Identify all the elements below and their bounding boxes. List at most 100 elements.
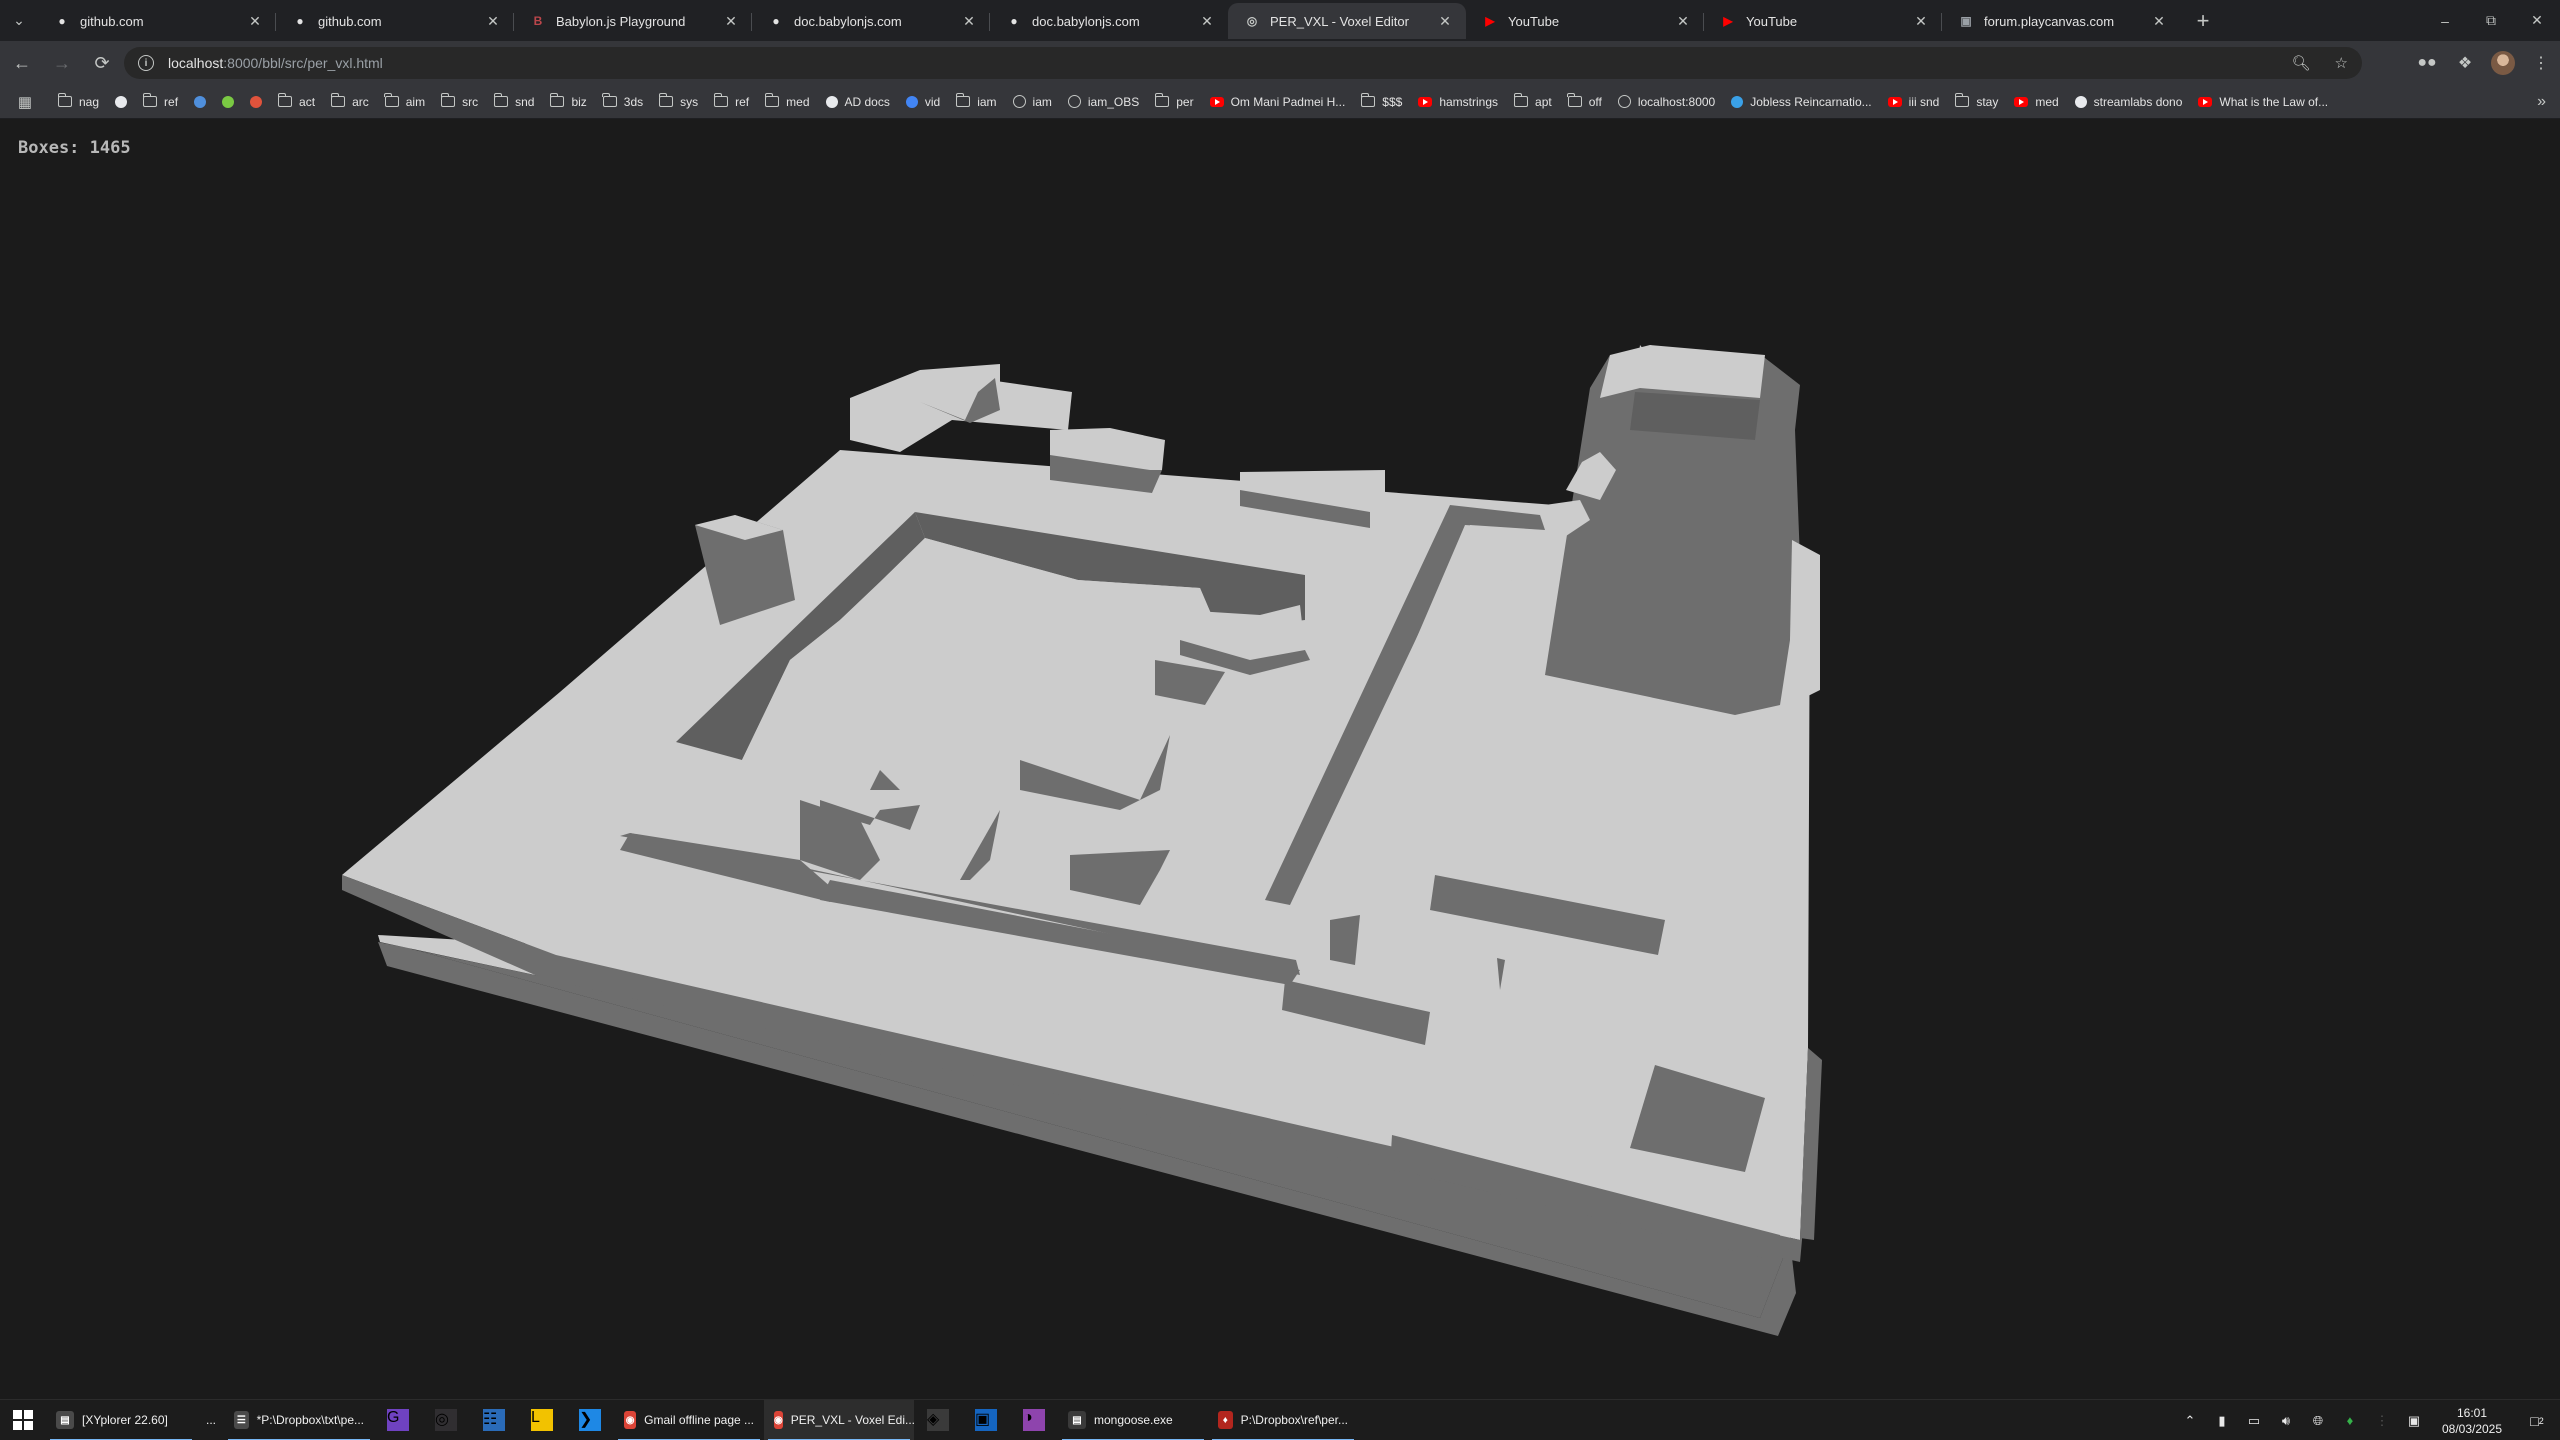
bookmark-18[interactable]: iam <box>948 89 1004 115</box>
tab-close-icon[interactable]: ✕ <box>1674 12 1692 30</box>
bookmark-4[interactable] <box>214 89 242 115</box>
tab-1[interactable]: ● github.com ✕ <box>275 3 514 39</box>
bookmark-21[interactable]: per <box>1147 89 1201 115</box>
tab-close-icon[interactable]: ✕ <box>1436 12 1454 30</box>
taskbar-app-12[interactable]: ◑ <box>1010 1400 1058 1440</box>
bookmark-15[interactable]: med <box>757 89 817 115</box>
forward-icon[interactable]: → <box>44 45 80 81</box>
bookmark-11[interactable]: biz <box>542 89 594 115</box>
new-tab-icon[interactable]: + <box>2186 4 2220 38</box>
bookmark-33[interactable]: What is the Law of... <box>2190 89 2336 115</box>
taskbar-app-7[interactable]: ❯ <box>566 1400 614 1440</box>
tab-3[interactable]: ● doc.babylonjs.com ✕ <box>751 3 990 39</box>
bookmark-6[interactable]: act <box>270 89 323 115</box>
tab-close-icon[interactable]: ✕ <box>246 12 264 30</box>
start-button[interactable] <box>0 1400 46 1440</box>
url-text[interactable]: localhost:8000/bbl/src/per_vxl.html <box>168 55 383 71</box>
bookmark-0[interactable]: nag <box>50 89 107 115</box>
incognito-icon[interactable]: ●● <box>2408 44 2446 82</box>
taskbar-app-0[interactable]: ▤ [XYplorer 22.60] <box>46 1400 196 1440</box>
taskbar-app-2[interactable]: ☰ *P:\Dropbox\txt\pe... <box>224 1400 374 1440</box>
site-info-icon[interactable]: i <box>138 55 154 71</box>
bookmark-31[interactable]: med <box>2006 89 2066 115</box>
taskbar-app-4[interactable]: ◎ <box>422 1400 470 1440</box>
voxel-scene[interactable] <box>0 120 2560 1399</box>
bookmark-label: iii snd <box>1908 94 1940 109</box>
bookmark-22[interactable]: Om Mani Padmei H... <box>1202 89 1354 115</box>
taskbar-app-11[interactable]: ▣ <box>962 1400 1010 1440</box>
bookmark-2[interactable]: ref <box>135 89 186 115</box>
bookmark-25[interactable]: apt <box>1506 89 1560 115</box>
tab-close-icon[interactable]: ✕ <box>722 12 740 30</box>
tab-close-icon[interactable]: ✕ <box>1912 12 1930 30</box>
bookmark-17[interactable]: vid <box>898 89 948 115</box>
bookmark-9[interactable]: src <box>433 89 486 115</box>
notification-center-icon[interactable]: □ 2 <box>2514 1400 2560 1440</box>
bookmark-29[interactable]: iii snd <box>1880 89 1948 115</box>
bookmark-24[interactable]: hamstrings <box>1410 89 1506 115</box>
back-icon[interactable]: ← <box>4 45 40 81</box>
taskbar-app-1[interactable]: ... <box>196 1400 224 1440</box>
extensions-icon[interactable]: ❖ <box>2446 44 2484 82</box>
taskbar-app-10[interactable]: ◈ <box>914 1400 962 1440</box>
tab-0[interactable]: ● github.com ✕ <box>38 3 276 39</box>
bookmark-3[interactable] <box>186 89 214 115</box>
bookmark-12[interactable]: 3ds <box>595 89 651 115</box>
bookmark-23[interactable]: $$$ <box>1353 89 1410 115</box>
tab-search-icon[interactable]: ⌄ <box>0 0 38 41</box>
more-bookmarks-icon[interactable]: » <box>2537 85 2546 119</box>
volume-icon[interactable]: 🔊︎ <box>2270 1400 2302 1440</box>
zoom-icon[interactable]: 🔍︎ <box>2292 54 2311 72</box>
taskbar-app-3[interactable]: G <box>374 1400 422 1440</box>
bookmark-28[interactable]: Jobless Reincarnatio... <box>1723 89 1879 115</box>
tab-4[interactable]: ● doc.babylonjs.com ✕ <box>989 3 1228 39</box>
taskbar-app-14[interactable]: ♦ P:\Dropbox\ref\per... <box>1208 1400 1358 1440</box>
taskbar-app-6[interactable]: L <box>518 1400 566 1440</box>
tab-6[interactable]: ▶ YouTube ✕ <box>1466 3 1704 39</box>
bookmark-5[interactable] <box>242 89 270 115</box>
tab-7[interactable]: ▶ YouTube ✕ <box>1703 3 1942 39</box>
minimize-icon[interactable]: – <box>2422 0 2468 41</box>
bookmark-20[interactable]: iam_OBS <box>1060 89 1147 115</box>
bookmark-26[interactable]: off <box>1560 89 1610 115</box>
bookmark-16[interactable]: AD docs <box>818 89 898 115</box>
taskbar-app-8[interactable]: ◉ Gmail offline page ... <box>614 1400 764 1440</box>
address-bar[interactable]: i localhost:8000/bbl/src/per_vxl.html 🔍︎… <box>124 47 2362 79</box>
bookmark-14[interactable]: ref <box>706 89 757 115</box>
tab-2[interactable]: B Babylon.js Playground ✕ <box>513 3 752 39</box>
taskbar-app-13[interactable]: ▤ mongoose.exe <box>1058 1400 1208 1440</box>
tab-close-icon[interactable]: ✕ <box>484 12 502 30</box>
clock[interactable]: 16:01 08/03/2025 <box>2430 1405 2514 1437</box>
taskbar-app-5[interactable]: ☷ <box>470 1400 518 1440</box>
bookmark-7[interactable]: arc <box>323 89 377 115</box>
bookmark-10[interactable]: snd <box>486 89 542 115</box>
menu-icon[interactable]: ⋮ <box>2522 44 2560 82</box>
display-icon[interactable]: ▣ <box>2398 1400 2430 1440</box>
tray-overflow-icon[interactable]: ⌃ <box>2174 1400 2206 1440</box>
battery-icon[interactable]: ▭ <box>2238 1400 2270 1440</box>
network-icon[interactable]: 🌐︎ <box>2302 1400 2334 1440</box>
bookmark-19[interactable]: iam <box>1005 89 1060 115</box>
bookmark-1[interactable] <box>107 89 135 115</box>
profile-avatar[interactable] <box>2484 44 2522 82</box>
tab-8[interactable]: ▣ forum.playcanvas.com ✕ <box>1941 3 2180 39</box>
tab-close-icon[interactable]: ✕ <box>960 12 978 30</box>
tab-5[interactable]: ◎ PER_VXL - Voxel Editor ✕ <box>1228 3 1466 39</box>
app-tray-icon[interactable]: ⋮ <box>2366 1400 2398 1440</box>
reload-icon[interactable]: ⟳ <box>84 45 120 81</box>
usb-icon[interactable]: ▮ <box>2206 1400 2238 1440</box>
voxel-canvas[interactable]: Boxes: 1465 <box>0 120 2560 1399</box>
close-window-icon[interactable]: ✕ <box>2514 0 2560 41</box>
defender-icon[interactable]: ♦ <box>2334 1400 2366 1440</box>
bookmark-27[interactable]: localhost:8000 <box>1610 89 1723 115</box>
tab-close-icon[interactable]: ✕ <box>2150 12 2168 30</box>
bookmark-13[interactable]: sys <box>651 89 706 115</box>
bookmark-star-icon[interactable]: ☆ <box>2335 54 2348 72</box>
bookmark-30[interactable]: stay <box>1947 89 2006 115</box>
tab-close-icon[interactable]: ✕ <box>1198 12 1216 30</box>
bookmark-32[interactable]: streamlabs dono <box>2067 89 2191 115</box>
restore-icon[interactable]: ⧉ <box>2468 0 2514 41</box>
taskbar-app-9[interactable]: ◉ PER_VXL - Voxel Edi... <box>764 1399 915 1440</box>
bookmark-8[interactable]: aim <box>377 89 433 115</box>
apps-grid-icon[interactable]: ▦ <box>14 91 36 113</box>
